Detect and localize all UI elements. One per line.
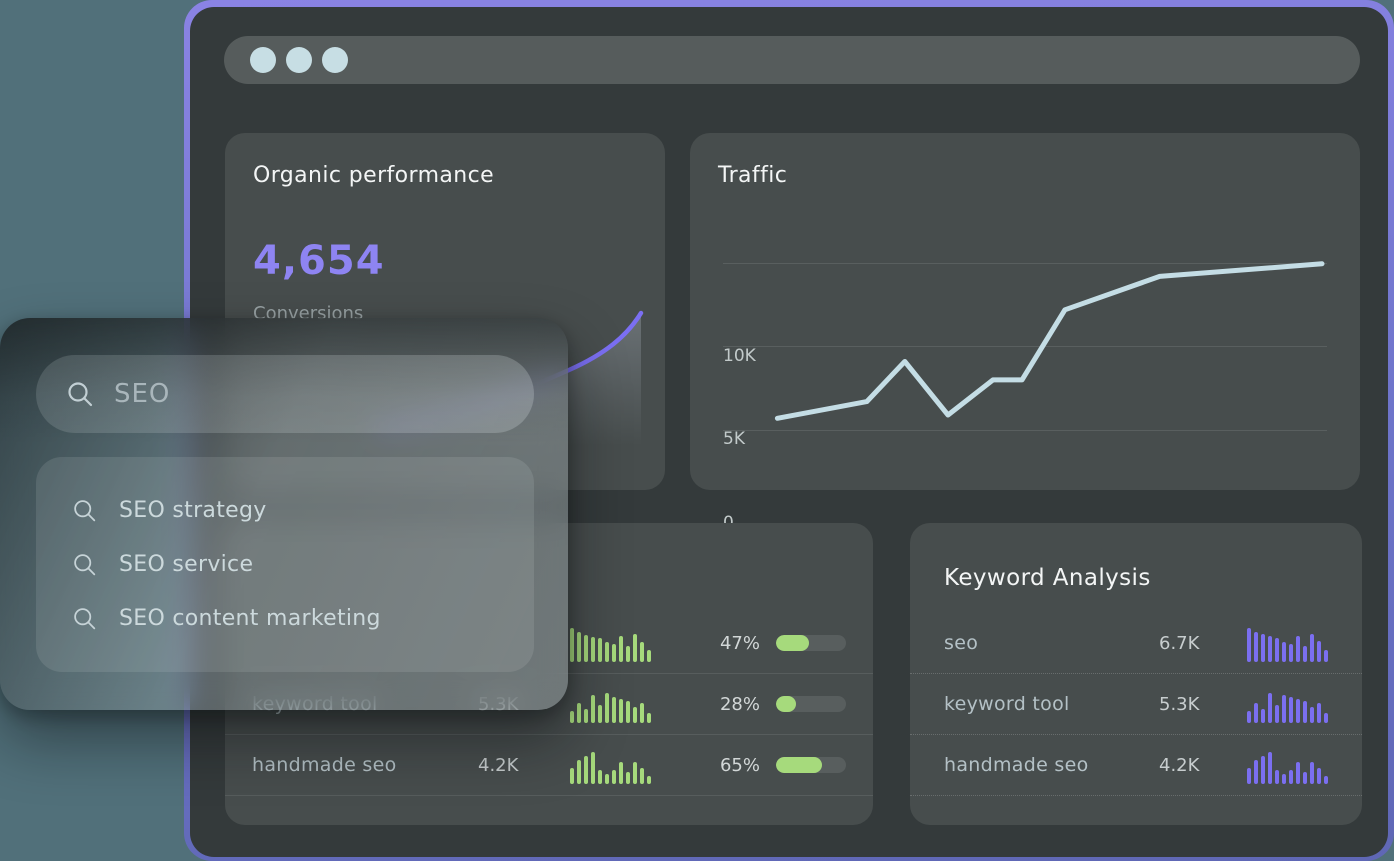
- conversions-value: 4,654: [253, 238, 385, 284]
- search-icon: [72, 498, 97, 523]
- volume-cell: 4.2K: [1159, 755, 1244, 776]
- keyword-cell: handmade seo: [944, 754, 1159, 776]
- percent-cell: 28%: [654, 694, 762, 715]
- search-suggestion-item[interactable]: SEO content marketing: [72, 591, 534, 645]
- volume-cell: 5.3K: [1159, 694, 1244, 715]
- search-input[interactable]: SEO: [36, 355, 534, 433]
- suggestion-label: SEO content marketing: [119, 606, 381, 631]
- progress-bar: [776, 696, 846, 712]
- sparkline-bars: [1247, 624, 1328, 662]
- search-suggestion-item[interactable]: SEO service: [72, 537, 534, 591]
- percent-cell: 47%: [654, 633, 762, 654]
- search-icon: [72, 552, 97, 577]
- suggestion-label: SEO service: [119, 552, 253, 577]
- window-control-dot[interactable]: [250, 47, 276, 73]
- window-control-dot[interactable]: [286, 47, 312, 73]
- progress-bar: [776, 635, 846, 651]
- window-control-dot[interactable]: [322, 47, 348, 73]
- search-suggestion-item[interactable]: SEO strategy: [72, 483, 534, 537]
- progress-bar: [776, 757, 846, 773]
- card-title: Keyword Analysis: [944, 565, 1151, 591]
- sparkline-bars: [570, 685, 654, 723]
- card-title: Organic performance: [253, 163, 494, 188]
- traffic-card: Traffic 10K 5K 0 .traffic .tick{transfor…: [690, 133, 1360, 490]
- traffic-line-svg: [690, 133, 1360, 490]
- sparkline-bars: [1247, 685, 1328, 723]
- keyword-cell: handmade seo: [252, 754, 478, 776]
- volume-cell: 6.7K: [1159, 633, 1244, 654]
- search-query-text: SEO: [114, 379, 170, 409]
- table-row: seo 6.7K: [910, 613, 1362, 674]
- sparkline-bars: [570, 624, 654, 662]
- table-row: keyword tool 5.3K: [910, 674, 1362, 735]
- search-icon: [66, 380, 94, 408]
- search-icon: [72, 606, 97, 631]
- suggestion-label: SEO strategy: [119, 498, 267, 523]
- sparkline-bars: [570, 746, 654, 784]
- address-bar[interactable]: [224, 36, 1360, 84]
- keyword-analysis-card: Keyword Analysis seo 6.7K keyword tool 5…: [910, 523, 1362, 825]
- sparkline-bars: [1247, 746, 1328, 784]
- table-row: handmade seo 4.2K 65%: [225, 735, 873, 796]
- table-row: handmade seo 4.2K: [910, 735, 1362, 796]
- keyword-cell: seo: [944, 632, 1159, 654]
- percent-cell: 65%: [654, 755, 762, 776]
- page-background: Organic performance 4,654 Conversions: [0, 0, 1394, 861]
- keyword-cell: keyword tool: [944, 693, 1159, 715]
- search-overlay-panel: SEO SEO strategy SEO service: [0, 318, 568, 710]
- search-suggestions-panel: SEO strategy SEO service SEO content mar…: [36, 457, 534, 672]
- volume-cell: 4.2K: [478, 755, 570, 776]
